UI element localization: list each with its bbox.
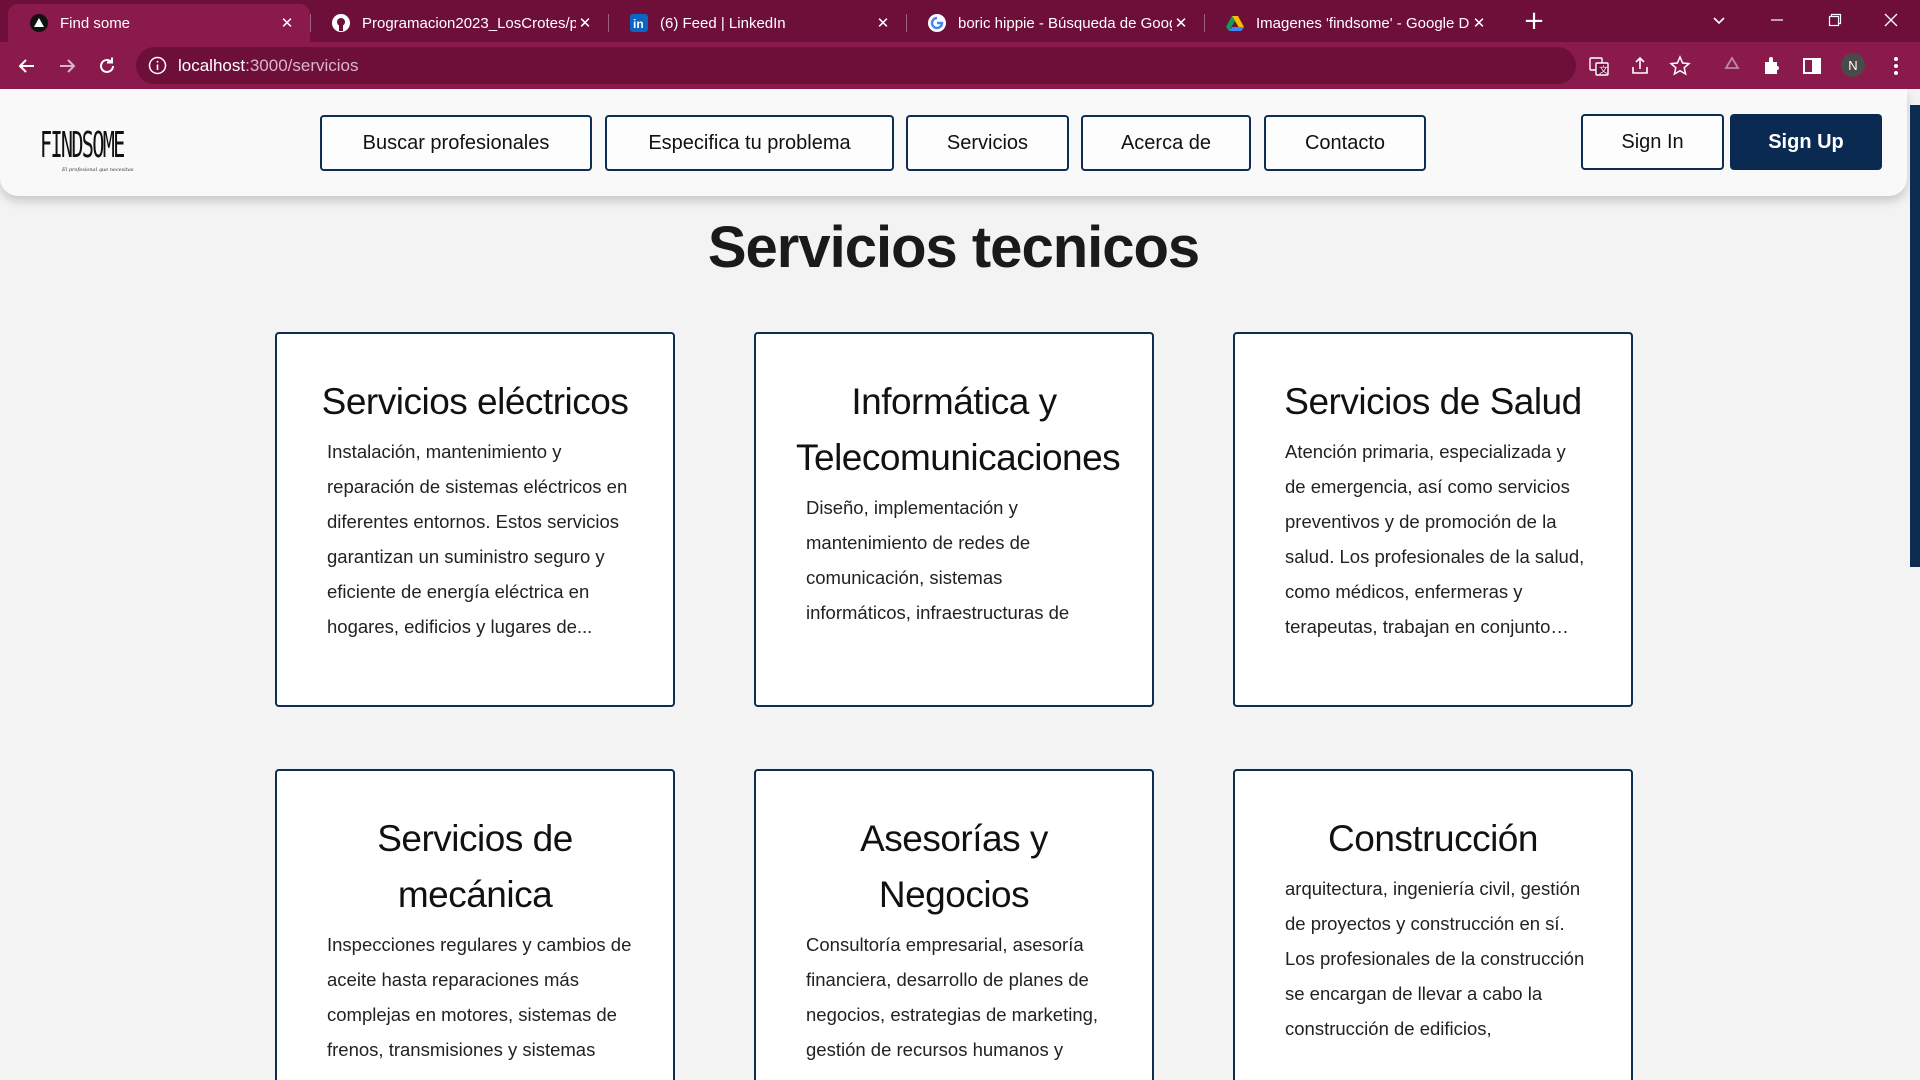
page-viewport: FINDSOME El profesional que necesitas Bu… [0, 89, 1920, 1080]
restore-icon[interactable] [1806, 0, 1864, 40]
tab-title: Imagenes 'findsome' - Google Dr [1256, 14, 1470, 32]
card-title: Servicios eléctricos [321, 381, 629, 422]
tab-title: Find some [60, 14, 131, 32]
card-description: Instalación, mantenimiento y reparación … [327, 441, 628, 637]
tab-title: boric hippie - Búsqueda de Goog [958, 14, 1172, 32]
url-host: localhost [178, 56, 246, 75]
page-scrollbar[interactable] [1910, 105, 1920, 567]
forward-arrow-icon[interactable] [52, 51, 82, 81]
side-panel-icon[interactable] [1800, 54, 1824, 78]
close-window-icon[interactable] [1862, 0, 1920, 40]
profile-avatar[interactable]: N [1841, 53, 1865, 77]
recycle-extension-icon[interactable] [1720, 54, 1744, 78]
svg-text:文: 文 [1599, 64, 1608, 75]
tab-title: (6) Feed | LinkedIn [660, 14, 786, 32]
card-title: Informática y Telecomunicaciones [796, 381, 1121, 478]
card-description: Inspecciones regulares y cambios de acei… [327, 934, 632, 1060]
address-bar[interactable]: localhost:3000/servicios 文 [136, 47, 1691, 84]
browser-tabstrip: Find some ✕ Programacion2023_LosCrotes/p… [0, 0, 1920, 42]
google-drive-icon [1226, 14, 1244, 32]
service-card-construccion[interactable]: Construcción arquitectura, ingeniería ci… [1233, 769, 1633, 1080]
bookmark-star-icon[interactable] [1669, 55, 1691, 77]
nav-buscar-profesionales[interactable]: Buscar profesionales [320, 115, 592, 171]
service-card-electricos[interactable]: Servicios eléctricos Instalación, manten… [275, 332, 675, 707]
nav-servicios[interactable]: Servicios [906, 115, 1069, 171]
svg-text:in: in [633, 17, 644, 31]
close-icon[interactable]: ✕ [576, 14, 594, 32]
card-title: Servicios de Salud [1284, 381, 1582, 422]
close-icon[interactable]: ✕ [1172, 14, 1190, 32]
site-header: FINDSOME El profesional que necesitas Bu… [0, 89, 1907, 196]
card-description: Atención primaria, especializada y de em… [1285, 441, 1585, 637]
browser-tab-findsome[interactable]: Find some ✕ [8, 4, 310, 42]
tab-search-icon[interactable] [1690, 0, 1748, 40]
extensions-puzzle-icon[interactable] [1760, 54, 1784, 78]
card-title: Asesorías y Negocios [860, 818, 1048, 915]
close-icon[interactable]: ✕ [278, 14, 296, 32]
browser-tab-github[interactable]: Programacion2023_LosCrotes/pr ✕ [310, 4, 608, 42]
minimize-icon[interactable] [1748, 0, 1806, 40]
new-tab-button[interactable]: + [1520, 8, 1548, 36]
nav-acerca-de[interactable]: Acerca de [1081, 115, 1251, 171]
url-text: localhost:3000/servicios [178, 56, 359, 76]
sign-in-button[interactable]: Sign In [1581, 114, 1724, 170]
service-card-mecanica[interactable]: Servicios de mecánica Inspecciones regul… [275, 769, 675, 1080]
logo-tagline: El profesional que necesitas [61, 167, 134, 173]
sign-up-button[interactable]: Sign Up [1730, 114, 1882, 170]
back-arrow-icon[interactable] [12, 51, 42, 81]
translate-icon[interactable]: 文 [1588, 55, 1610, 77]
card-description: Consultoría empresarial, asesoría financ… [806, 934, 1099, 1060]
menu-kebab-icon[interactable] [1884, 54, 1908, 78]
card-title: Construcción [1328, 818, 1538, 859]
browser-tab-google[interactable]: boric hippie - Búsqueda de Goog ✕ [906, 4, 1204, 42]
card-description: Diseño, implementación y mantenimiento d… [806, 497, 1070, 623]
logo-text: FINDSOME [40, 124, 124, 166]
nav-especifica-problema[interactable]: Especifica tu problema [605, 115, 894, 171]
nextjs-icon [30, 14, 48, 32]
service-card-informatica[interactable]: Informática y Telecomunicaciones Diseño,… [754, 332, 1154, 707]
page-title: Servicios tecnicos [707, 215, 1200, 280]
card-title: Servicios de mecánica [377, 818, 573, 915]
close-icon[interactable]: ✕ [874, 14, 892, 32]
service-card-salud[interactable]: Servicios de Salud Atención primaria, es… [1233, 332, 1633, 707]
github-icon [332, 14, 350, 32]
findsome-logo[interactable]: FINDSOME El profesional que necesitas [40, 115, 140, 173]
browser-tab-drive[interactable]: Imagenes 'findsome' - Google Dr ✕ [1204, 4, 1502, 42]
reload-icon[interactable] [92, 51, 122, 81]
site-info-icon[interactable] [148, 56, 167, 75]
google-icon [928, 14, 946, 32]
card-description: arquitectura, ingeniería civil, gestión … [1285, 878, 1585, 1039]
service-card-asesorias[interactable]: Asesorías y Negocios Consultoría empresa… [754, 769, 1154, 1080]
tab-title: Programacion2023_LosCrotes/pr [362, 14, 576, 32]
browser-tab-linkedin[interactable]: in (6) Feed | LinkedIn ✕ [608, 4, 906, 42]
browser-toolbar: localhost:3000/servicios 文 [0, 42, 1920, 89]
linkedin-icon: in [630, 14, 648, 32]
nav-contacto[interactable]: Contacto [1264, 115, 1426, 171]
share-icon[interactable] [1629, 55, 1651, 77]
close-icon[interactable]: ✕ [1470, 14, 1488, 32]
url-path: :3000/servicios [245, 56, 359, 75]
